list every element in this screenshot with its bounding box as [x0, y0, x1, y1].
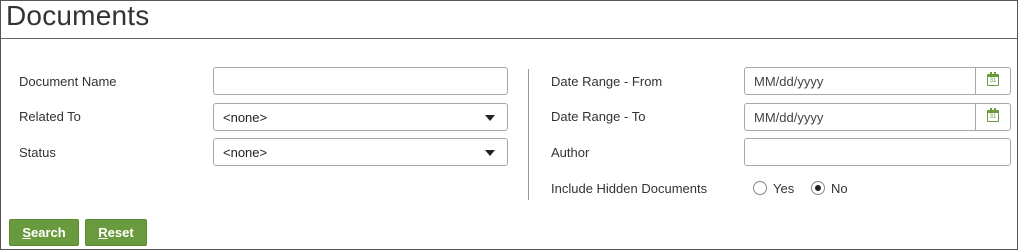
calendar-icon: 31 [987, 72, 999, 86]
status-select[interactable]: <none> [213, 138, 508, 166]
document-name-label: Document Name [19, 74, 117, 89]
status-value: <none> [223, 145, 268, 160]
include-hidden-label: Include Hidden Documents [551, 181, 708, 196]
date-from-input[interactable] [745, 68, 975, 94]
search-button[interactable]: Search [9, 219, 79, 246]
documents-panel: Documents Document Name Related To <none… [0, 0, 1018, 250]
hidden-no-radio[interactable] [811, 181, 825, 195]
title-divider [1, 38, 1017, 39]
reset-button[interactable]: Reset [85, 219, 147, 246]
related-to-value: <none> [223, 110, 268, 125]
hidden-yes-radio[interactable] [753, 181, 767, 195]
document-name-input[interactable] [213, 67, 508, 95]
hidden-no-label[interactable]: No [831, 181, 848, 196]
author-label: Author [551, 145, 590, 160]
date-to-label: Date Range - To [551, 109, 646, 124]
reset-label: eset [107, 225, 134, 240]
chevron-down-icon [485, 150, 495, 156]
author-input[interactable] [744, 138, 1011, 166]
date-from-calendar-button[interactable]: 31 [975, 68, 1010, 94]
status-label: Status [19, 145, 56, 160]
date-from-field: 31 [744, 67, 1011, 95]
date-to-field: 31 [744, 103, 1011, 131]
date-from-label: Date Range - From [551, 74, 663, 89]
chevron-down-icon [485, 115, 495, 121]
hidden-yes-label[interactable]: Yes [773, 181, 794, 196]
column-divider [528, 69, 529, 200]
date-to-calendar-button[interactable]: 31 [975, 104, 1010, 130]
reset-accesskey: R [98, 225, 108, 240]
related-to-label: Related To [19, 109, 81, 124]
search-accesskey: S [22, 225, 31, 240]
search-label: earch [30, 225, 66, 240]
page-title: Documents [6, 0, 150, 31]
calendar-icon: 31 [987, 108, 999, 122]
related-to-select[interactable]: <none> [213, 103, 508, 131]
date-to-input[interactable] [745, 104, 975, 130]
